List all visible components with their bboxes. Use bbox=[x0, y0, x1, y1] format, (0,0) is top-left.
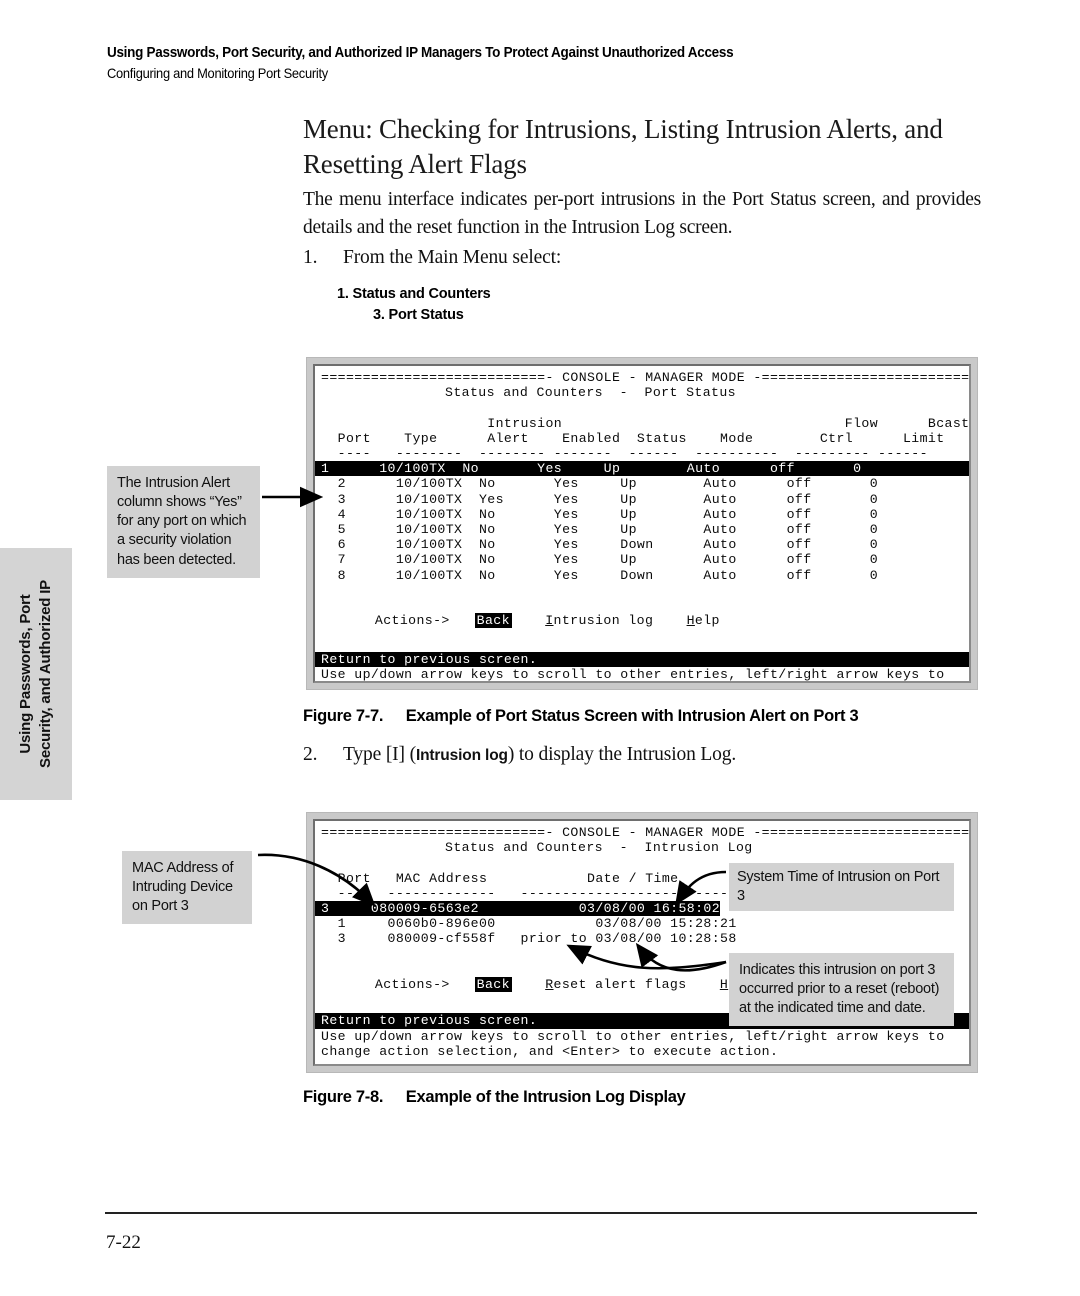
port-status-screen-content: ===========================- CONSOLE - M… bbox=[313, 364, 971, 683]
port-status-row[interactable]: 6 10/100TX No Yes Down Auto off 0 bbox=[315, 537, 969, 552]
actions-bar-1: Actions-> Back Intrusion log Help bbox=[315, 598, 969, 644]
port-status-row[interactable]: 3 10/100TX Yes Yes Up Auto off 0 bbox=[315, 492, 969, 507]
help-line-1a: Use up/down arrow keys to scroll to othe… bbox=[321, 666, 945, 682]
intrusion-log-screen-content: ===========================- CONSOLE - M… bbox=[313, 819, 971, 1066]
page-title: Menu: Checking for Intrusions, Listing I… bbox=[303, 114, 943, 179]
callout-mac-address: MAC Address of Intruding Device on Port … bbox=[122, 851, 252, 925]
actions-label-2: Actions-> bbox=[374, 977, 450, 993]
intrusion-log-row[interactable]: 3 080009-6563e2 03/08/00 16:58:02 bbox=[315, 901, 721, 917]
port-table-header-line-1: Intrusion Flow Bcast bbox=[321, 415, 970, 431]
callout-intrusion-alert-column: The Intrusion Alert column shows “Yes” f… bbox=[107, 466, 260, 578]
menu-path-line-1: 1. Status and Counters bbox=[337, 286, 491, 302]
port-status-table: 1 10/100TX No Yes Up Auto off 0 2 10/100… bbox=[315, 461, 969, 583]
step-2-post: ) to display the Intrusion Log. bbox=[507, 744, 737, 765]
console-subtitle: Status and Counters - Port Status bbox=[445, 385, 736, 401]
port-status-row[interactable]: 2 10/100TX No Yes Up Auto off 0 bbox=[315, 476, 969, 491]
step-1-text: From the Main Menu select: bbox=[343, 247, 562, 268]
help-button-1[interactable]: Help bbox=[687, 613, 720, 628]
port-status-row[interactable]: 1 10/100TX No Yes Up Auto off 0 bbox=[315, 461, 969, 477]
callout-system-time: System Time of Intrusion on Port 3 bbox=[729, 863, 954, 912]
port-status-row[interactable]: 5 10/100TX No Yes Up Auto off 0 bbox=[315, 522, 969, 537]
console-banner-2: ===========================- CONSOLE - M… bbox=[321, 825, 971, 840]
port-status-screen: ===========================- CONSOLE - M… bbox=[306, 357, 978, 690]
figure-7-7-caption: Figure 7-7. Example of Port Status Scree… bbox=[303, 707, 859, 726]
figure-7-8-label: Figure 7-8. bbox=[303, 1088, 384, 1106]
figure-7-7-text: Example of Port Status Screen with Intru… bbox=[405, 707, 859, 725]
port-table-header-line-2: Port Type Alert Enabled Status Mode Ctrl… bbox=[321, 430, 945, 446]
callout-prior-to-reset: Indicates this intrusion on port 3 occur… bbox=[729, 953, 954, 1027]
step-2-pre: Type [I] ( bbox=[343, 744, 416, 765]
console-subtitle-2: Status and Counters - Intrusion Log bbox=[445, 840, 753, 856]
status-line-1: Return to previous screen. bbox=[315, 651, 969, 667]
section-title: Configuring and Monitoring Port Security bbox=[107, 65, 328, 82]
figure-7-7-label: Figure 7-7. bbox=[303, 707, 384, 725]
chapter-title: Using Passwords, Port Security, and Auth… bbox=[107, 45, 734, 61]
actions-label-1: Actions-> bbox=[374, 613, 450, 629]
step-2-bold: Intrusion log bbox=[415, 747, 508, 764]
step-2-text: Type [I] (Intrusion log) to display the … bbox=[343, 744, 736, 766]
chapter-thumb-tab-label: Using Passwords, Port Security, and Auth… bbox=[16, 580, 57, 768]
port-status-row[interactable]: 4 10/100TX No Yes Up Auto off 0 bbox=[315, 507, 969, 522]
intrusion-log-row[interactable]: 3 080009-cf558f prior to 03/08/00 10:28:… bbox=[315, 931, 969, 946]
reset-alert-flags-button[interactable]: Reset alert flags bbox=[545, 977, 686, 992]
help-line-1b: change action selection, and <Enter> to … bbox=[315, 682, 969, 683]
port-status-row[interactable]: 8 10/100TX No Yes Down Auto off 0 bbox=[315, 568, 969, 583]
chapter-thumb-tab: Using Passwords, Port Security, and Auth… bbox=[0, 548, 72, 800]
figure-7-8-text: Example of the Intrusion Log Display bbox=[405, 1088, 686, 1106]
intro-paragraph: The menu interface indicates per-port in… bbox=[303, 189, 981, 238]
port-table-header-rule: ---- -------- -------- ------- ------ --… bbox=[321, 446, 928, 462]
intrusion-log-screen: ===========================- CONSOLE - M… bbox=[306, 812, 978, 1073]
back-button-1[interactable]: Back bbox=[474, 613, 512, 629]
step-2-number: 2. bbox=[303, 744, 318, 765]
intrusion-log-button[interactable]: Intrusion log bbox=[545, 613, 653, 628]
help-line-2a: Use up/down arrow keys to scroll to othe… bbox=[321, 1028, 945, 1044]
figure-7-8-caption: Figure 7-8. Example of the Intrusion Log… bbox=[303, 1088, 686, 1107]
menu-path-line-2: 3. Port Status bbox=[373, 307, 464, 324]
menu-path: 1. Status and Counters 3. Port Status bbox=[337, 284, 491, 326]
footer-rule bbox=[105, 1212, 977, 1214]
chapter-thumb-tab-line2: Security, and Authorized IP bbox=[37, 580, 54, 768]
back-button-2[interactable]: Back bbox=[474, 977, 512, 993]
page-number: 7-22 bbox=[106, 1232, 141, 1253]
step-1-number: 1. bbox=[303, 247, 318, 268]
port-status-row[interactable]: 7 10/100TX No Yes Up Auto off 0 bbox=[315, 552, 969, 567]
console-banner: ===========================- CONSOLE - M… bbox=[321, 370, 971, 385]
chapter-thumb-tab-line1: Using Passwords, Port bbox=[16, 594, 34, 754]
intrusion-log-row[interactable]: 1 0060b0-896e00 03/08/00 15:28:21 bbox=[315, 916, 969, 931]
running-header: Using Passwords, Port Security, and Auth… bbox=[107, 44, 907, 81]
help-line-2b: change action selection, and <Enter> to … bbox=[321, 1043, 779, 1059]
